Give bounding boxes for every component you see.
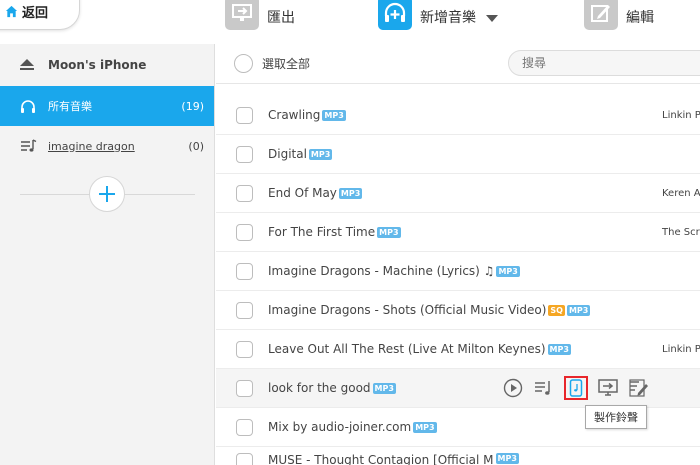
device-header[interactable]: Moon's iPhone [0, 44, 214, 86]
table-row[interactable]: MUSE - Thought Contagion [Official M MP3 [216, 447, 700, 465]
format-badge: MP3 [377, 226, 401, 238]
add-music-icon [378, 0, 412, 30]
edit-pencil-icon [629, 379, 648, 397]
song-list-panel: 選取全部 Crawling MP3 Linkin P Digital MP3 E… [216, 44, 700, 465]
sidebar-item-label: imagine dragon [48, 139, 135, 153]
add-music-button[interactable]: 新增音樂 [378, 0, 498, 34]
edit-info-button[interactable] [628, 377, 650, 399]
song-title: Leave Out All The Rest (Live At Milton K… [268, 342, 546, 356]
format-badge: MP3 [496, 265, 520, 277]
back-button[interactable]: 返回 [0, 0, 80, 30]
eject-icon[interactable] [20, 59, 34, 71]
add-playlist-button[interactable] [89, 176, 125, 212]
add-music-label: 新增音樂 [420, 10, 476, 26]
row-checkbox[interactable] [236, 262, 253, 280]
sidebar-item-playlist[interactable]: imagine dragon (0) [0, 126, 214, 166]
export-icon [225, 0, 259, 30]
song-artist: Linkin P [662, 343, 700, 355]
playlist-icon [20, 138, 38, 154]
table-row[interactable]: Leave Out All The Rest (Live At Milton K… [216, 330, 700, 369]
playlist-add-icon [535, 381, 550, 395]
song-title: For The First Time [268, 225, 376, 239]
tooltip: 製作鈴聲 [585, 405, 647, 429]
row-checkbox[interactable] [236, 340, 253, 358]
song-title: End Of May [268, 186, 337, 200]
song-title: Imagine Dragons - Shots (Official Music … [268, 303, 547, 317]
song-title: look for the good [268, 381, 371, 395]
format-badge: MP3 [495, 453, 519, 464]
song-artist: Linkin P [662, 109, 700, 121]
make-ringtone-button[interactable] [564, 376, 588, 400]
table-row[interactable]: Imagine Dragons - Machine (Lyrics) ♫ MP3 [216, 252, 700, 291]
table-row[interactable]: look for the good MP3 [216, 369, 700, 408]
sidebar: Moon's iPhone 所有音樂 (19) imagine dragon (… [0, 44, 215, 465]
format-badge: MP3 [322, 109, 346, 121]
home-icon [5, 5, 18, 17]
format-badge: MP3 [413, 421, 437, 433]
sidebar-item-count: (19) [181, 99, 204, 113]
row-checkbox[interactable] [236, 106, 253, 124]
song-artist: The Scri [662, 226, 700, 238]
play-button[interactable] [502, 377, 524, 399]
row-checkbox[interactable] [236, 184, 253, 202]
format-badge: MP3 [308, 148, 333, 160]
table-row[interactable]: Crawling MP3 Linkin P [216, 96, 700, 135]
table-row[interactable]: End Of May MP3 Keren A [216, 174, 700, 213]
edit-label: 編輯 [626, 10, 654, 26]
search-input[interactable] [508, 50, 700, 76]
song-title: Crawling [268, 108, 321, 122]
row-checkbox[interactable] [236, 145, 253, 163]
song-title: Mix by audio-joiner.com [268, 420, 412, 434]
row-checkbox[interactable] [236, 223, 253, 241]
sidebar-item-count: (0) [188, 139, 204, 153]
device-name: Moon's iPhone [48, 58, 147, 72]
play-icon [503, 378, 523, 398]
row-checkbox[interactable] [236, 379, 253, 397]
export-to-pc-button[interactable] [597, 377, 619, 399]
table-row[interactable]: Digital MP3 [216, 135, 700, 174]
table-row[interactable]: For The First Time MP3 The Scri [216, 213, 700, 252]
song-title: MUSE - Thought Contagion [Official M [268, 453, 494, 465]
headphones-icon [20, 98, 38, 114]
format-badge: MP3 [566, 304, 591, 316]
back-label: 返回 [22, 5, 49, 21]
toolbar: 返回 匯出 新增音樂 編輯 [0, 0, 700, 44]
row-checkbox[interactable] [236, 301, 253, 319]
row-actions [502, 376, 659, 400]
song-title: Digital [268, 147, 307, 161]
edit-icon [584, 0, 618, 30]
add-playlist [20, 176, 195, 212]
plus-icon [99, 186, 115, 202]
row-checkbox[interactable] [236, 453, 253, 465]
select-all-checkbox[interactable] [234, 54, 253, 73]
song-title: Imagine Dragons - Machine (Lyrics) ♫ [268, 264, 495, 278]
row-checkbox[interactable] [236, 418, 253, 436]
export-label: 匯出 [267, 10, 295, 26]
export-button[interactable]: 匯出 [225, 0, 295, 34]
format-badge: MP3 [547, 343, 571, 355]
edit-button[interactable]: 編輯 [584, 0, 654, 34]
ringtone-phone-icon [569, 379, 583, 397]
export-pc-icon [598, 379, 618, 396]
song-artist: Keren A [662, 187, 700, 199]
format-badge: MP3 [372, 382, 396, 394]
add-to-playlist-button[interactable] [533, 377, 555, 399]
quality-badge: SQ [548, 304, 565, 316]
table-row[interactable]: Imagine Dragons - Shots (Official Music … [216, 291, 700, 330]
format-badge: MP3 [338, 187, 363, 199]
chevron-down-icon[interactable] [486, 14, 498, 22]
list-header: 選取全部 [216, 44, 700, 84]
sidebar-item-label: 所有音樂 [48, 100, 92, 113]
sidebar-item-all-music[interactable]: 所有音樂 (19) [0, 86, 214, 126]
select-all-label[interactable]: 選取全部 [262, 55, 310, 72]
